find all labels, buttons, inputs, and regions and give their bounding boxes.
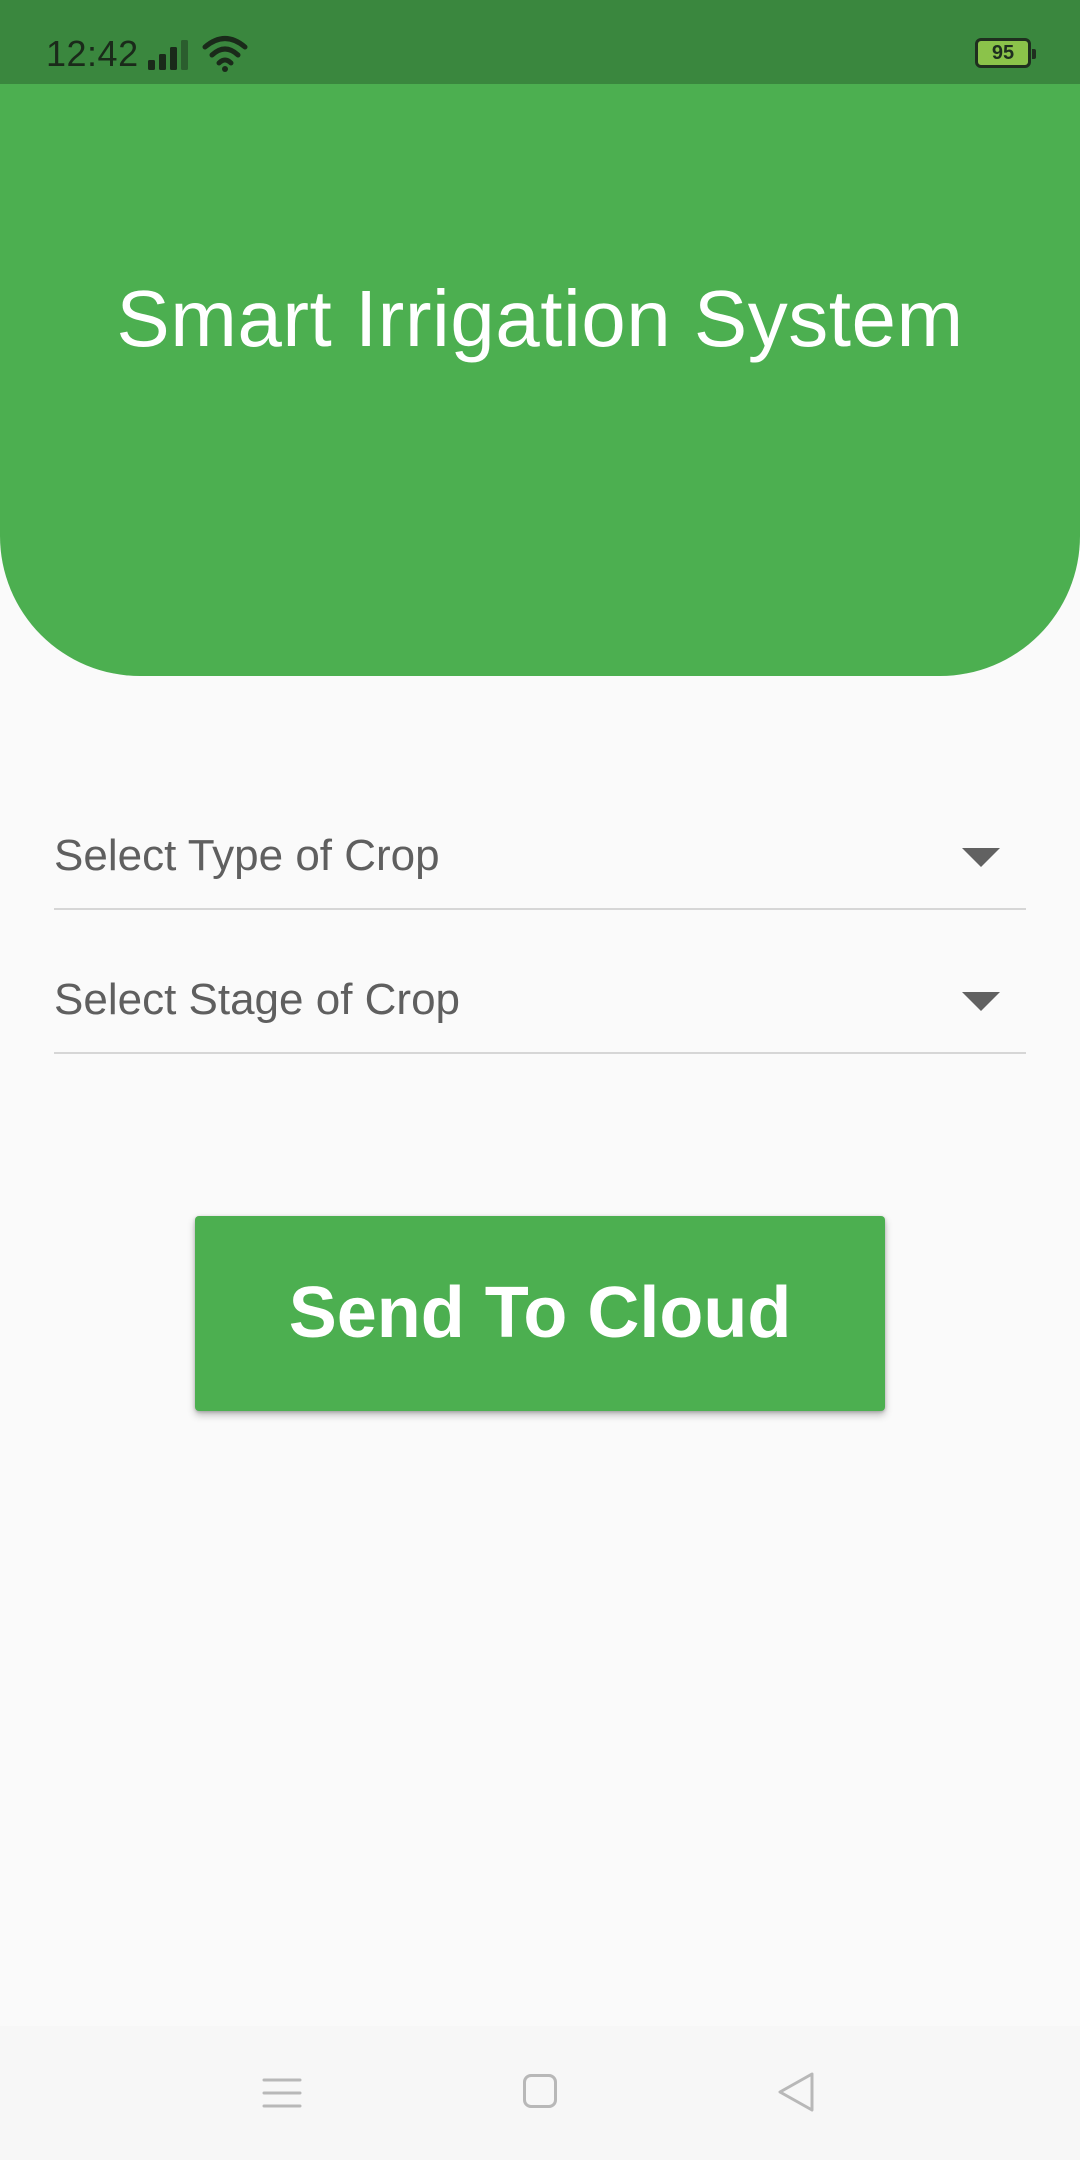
app-header: Smart Irrigation System	[0, 84, 1080, 676]
crop-stage-dropdown[interactable]: Select Stage of Crop	[54, 946, 1026, 1054]
battery-icon: 95	[975, 38, 1036, 68]
send-to-cloud-button[interactable]: Send To Cloud	[195, 1216, 885, 1411]
dropdown-arrow-icon	[962, 848, 1000, 867]
crop-stage-placeholder: Select Stage of Crop	[54, 975, 461, 1024]
wifi-icon	[202, 36, 248, 72]
crop-type-dropdown[interactable]: Select Type of Crop	[54, 802, 1026, 910]
status-time: 12:42	[46, 33, 139, 74]
battery-level: 95	[991, 42, 1015, 64]
crop-type-placeholder: Select Type of Crop	[54, 831, 440, 880]
back-icon[interactable]	[776, 2070, 816, 2114]
app-screen: 12:42 95 Smart Irrigation System Select …	[0, 0, 1080, 2160]
dropdown-arrow-icon	[962, 992, 1000, 1011]
page-title: Smart Irrigation System	[116, 274, 964, 363]
signal-bars-icon	[148, 40, 188, 70]
home-icon[interactable]	[523, 2074, 557, 2108]
system-nav-bar	[0, 2026, 1080, 2160]
menu-icon[interactable]	[262, 2074, 302, 2112]
status-bar: 12:42 95	[0, 0, 1080, 84]
